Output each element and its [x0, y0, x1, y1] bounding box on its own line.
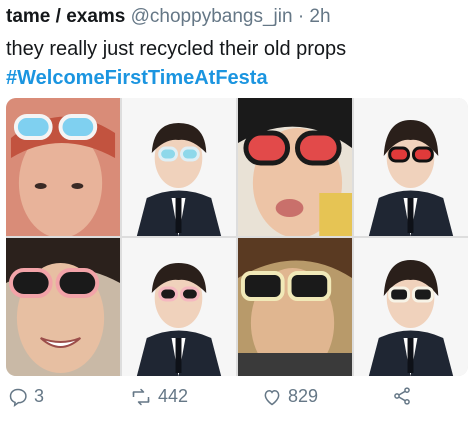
like-button[interactable]: 829: [262, 386, 318, 407]
media-grid: [6, 98, 468, 376]
tweet-actions: 3 442 829: [0, 386, 474, 414]
like-count: 829: [288, 386, 319, 406]
tweet: tame / exams @choppybangs_jin · 2h they …: [0, 0, 474, 425]
tweet-text: they really just recycled their old prop…: [6, 38, 347, 60]
media-photo-1[interactable]: [6, 98, 120, 236]
reply-button[interactable]: 3: [8, 386, 44, 407]
share-button[interactable]: [392, 386, 412, 406]
user-handle[interactable]: @choppybangs_jin: [131, 6, 293, 27]
tweet-header: tame / exams @choppybangs_jin · 2h: [6, 6, 331, 28]
retweet-count: 442: [158, 386, 189, 406]
media-photo-4[interactable]: [354, 98, 468, 236]
hashtag-link[interactable]: #WelcomeFirstTimeAtFesta: [6, 67, 268, 90]
retweet-icon: [130, 387, 152, 407]
tweet-timestamp[interactable]: · 2h: [298, 6, 331, 27]
reply-count: 3: [34, 386, 45, 406]
share-icon: [392, 386, 412, 406]
media-photo-3[interactable]: [238, 98, 352, 236]
heart-icon: [262, 387, 282, 407]
reply-icon: [8, 387, 28, 407]
media-photo-2[interactable]: [122, 98, 236, 236]
media-photo-5[interactable]: [6, 238, 120, 376]
media-photo-6[interactable]: [122, 238, 236, 376]
retweet-button[interactable]: 442: [130, 386, 188, 407]
display-name[interactable]: tame / exams: [6, 6, 125, 27]
media-photo-7[interactable]: [238, 238, 352, 376]
media-photo-8[interactable]: [354, 238, 468, 376]
